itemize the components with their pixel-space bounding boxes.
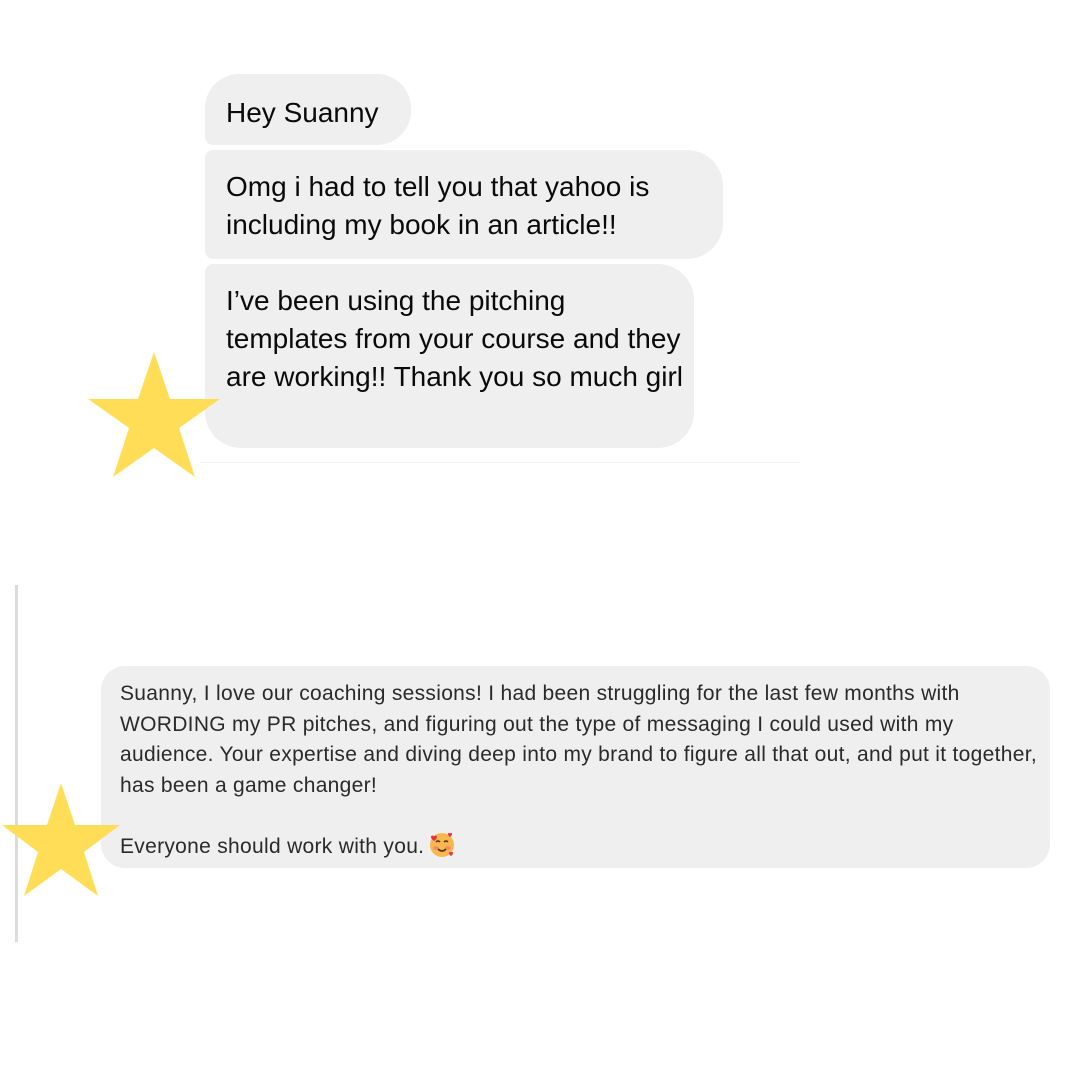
testimonial-closing-line: Everyone should work with you. [120, 831, 1040, 863]
message-text: Omg i had to tell you that yahoo is incl… [226, 171, 650, 240]
message-bubble-yahoo-news: Omg i had to tell you that yahoo is incl… [205, 150, 723, 259]
testimonial-bubble: Suanny, I love our coaching sessions! I … [101, 666, 1050, 868]
testimonial-closing: Everyone should work with you. [120, 835, 425, 858]
message-text: I’ve been using the pitching templates f… [226, 285, 684, 392]
message-bubble-greeting: Hey Suanny [205, 74, 411, 145]
divider [200, 462, 800, 463]
star-icon [88, 352, 220, 477]
message-text: Hey Suanny [226, 97, 379, 128]
message-bubble-thanks: I’ve been using the pitching templates f… [205, 264, 694, 448]
smiling-face-with-hearts-icon [430, 832, 455, 857]
testimonial-text: Suanny, I love our coaching sessions! I … [120, 682, 1037, 797]
star-icon [2, 783, 120, 896]
